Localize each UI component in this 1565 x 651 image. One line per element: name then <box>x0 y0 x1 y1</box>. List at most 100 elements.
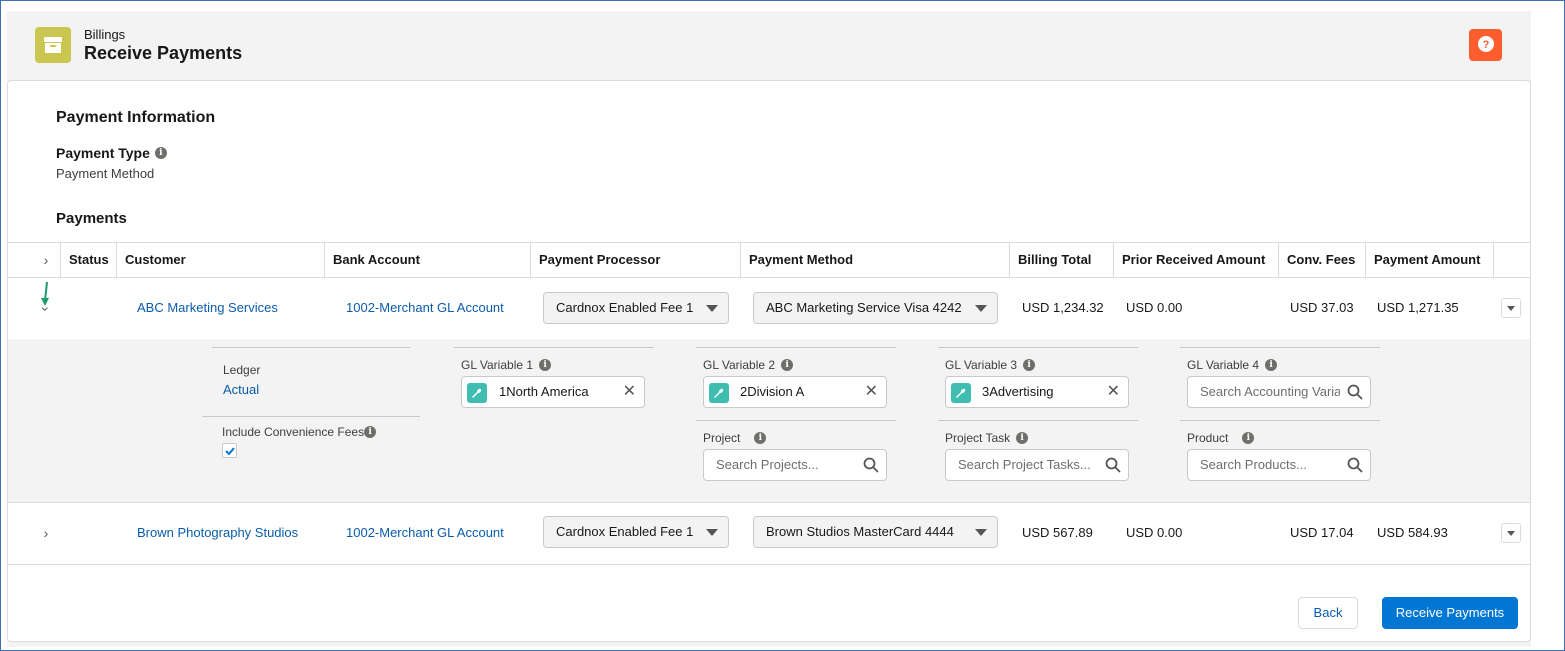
app-label: Billings <box>84 27 126 42</box>
info-icon[interactable]: i <box>1242 432 1255 444</box>
dropdown-caret-icon <box>706 305 718 312</box>
payment-type-value: Payment Method <box>56 166 155 181</box>
gl-variable-2-field[interactable]: 2Division A ✕ <box>703 376 887 408</box>
gl-variable-3-field[interactable]: 3Advertising ✕ <box>945 376 1129 408</box>
payment-processor-value: Cardnox Enabled Fee 1 <box>556 524 694 539</box>
info-icon[interactable]: i <box>781 359 794 371</box>
divider <box>696 420 896 421</box>
product-search-placeholder: Search Products... <box>1200 457 1307 472</box>
info-icon[interactable]: i <box>154 147 167 159</box>
help-button[interactable]: ? <box>1469 29 1502 61</box>
payments-title: Payments <box>56 210 127 227</box>
payment-processor-select[interactable]: Cardnox Enabled Fee 1 <box>543 292 729 324</box>
payment-type-label-text: Payment Type <box>56 145 150 161</box>
ledger-value-link[interactable]: Actual <box>223 382 259 397</box>
search-icon <box>1347 457 1363 473</box>
window-frame: Billings Receive Payments ? Payment Info… <box>0 0 1565 651</box>
gl-variable-2-label-text: GL Variable 2 <box>703 358 776 372</box>
project-search-placeholder: Search Projects... <box>716 457 819 472</box>
column-header-payment-amount: Payment Amount <box>1365 243 1493 277</box>
include-conv-fees-text: Include Convenience Fees <box>222 425 365 439</box>
billing-total: USD 1,234.32 <box>1022 300 1104 315</box>
project-label-text: Project <box>703 431 741 445</box>
ledger-label: Ledger <box>223 363 261 377</box>
payments-card: Payment Information Payment Type i Payme… <box>7 80 1531 642</box>
column-header-payment-method: Payment Method <box>740 243 1009 277</box>
column-header-bank-account: Bank Account <box>324 243 530 277</box>
payment-method-select[interactable]: Brown Studios MasterCard 4444 <box>753 516 998 548</box>
divider <box>938 347 1138 348</box>
column-header-prior-received: Prior Received Amount <box>1113 243 1278 277</box>
clear-icon[interactable]: ✕ <box>623 377 636 407</box>
bank-account-link[interactable]: 1002-Merchant GL Account <box>346 278 504 338</box>
wrench-icon <box>951 383 971 403</box>
project-task-search-placeholder: Search Project Tasks... <box>958 457 1091 472</box>
project-search-input[interactable]: Search Projects... <box>703 449 887 481</box>
checkmark-icon <box>224 446 235 455</box>
include-conv-fees-checkbox[interactable] <box>222 443 237 458</box>
search-icon <box>863 457 879 473</box>
dropdown-caret-icon <box>975 529 987 536</box>
product-search-input[interactable]: Search Products... <box>1187 449 1371 481</box>
customer-link[interactable]: ABC Marketing Services <box>137 278 278 338</box>
info-icon[interactable]: i <box>754 432 767 444</box>
gl-variable-1-field[interactable]: 1North America ✕ <box>461 376 645 408</box>
payment-amount: USD 1,271.35 <box>1377 300 1459 315</box>
info-icon[interactable]: i <box>1265 359 1278 371</box>
column-header-conv-fees: Conv. Fees <box>1278 243 1365 277</box>
billing-total: USD 567.89 <box>1022 525 1093 540</box>
info-icon[interactable]: i <box>1016 432 1029 444</box>
table-row: › ABC Marketing Services 1002-Merchant G… <box>8 278 1530 340</box>
payment-processor-select[interactable]: Cardnox Enabled Fee 1 <box>543 516 729 548</box>
gl-variable-2-label: GL Variable 2 i <box>703 358 794 372</box>
gl-variable-1-label-text: GL Variable 1 <box>461 358 534 372</box>
page-title: Receive Payments <box>84 43 243 63</box>
prior-received-amount: USD 0.00 <box>1126 300 1183 315</box>
include-conv-fees-label: Include Convenience Fees i <box>222 425 377 439</box>
info-icon[interactable]: i <box>364 426 377 438</box>
info-icon[interactable]: i <box>539 359 552 371</box>
row-actions-menu[interactable] <box>1501 523 1521 543</box>
divider <box>212 347 410 348</box>
prior-received-amount: USD 0.00 <box>1126 525 1183 540</box>
gl-variable-4-label-text: GL Variable 4 <box>1187 358 1260 372</box>
expand-row-chevron-icon[interactable]: › <box>39 525 53 541</box>
bank-account-link[interactable]: 1002-Merchant GL Account <box>346 503 504 563</box>
table-header: › Status Customer Bank Account Payment P… <box>8 242 1530 278</box>
payment-information-title: Payment Information <box>56 109 216 126</box>
column-header-status: Status <box>60 243 116 277</box>
search-icon <box>1105 457 1121 473</box>
customer-link[interactable]: Brown Photography Studios <box>137 503 298 563</box>
info-icon[interactable]: i <box>1023 359 1036 371</box>
clear-icon[interactable]: ✕ <box>1107 377 1120 407</box>
search-icon <box>1347 384 1363 400</box>
page-header: Billings Receive Payments ? <box>7 11 1531 81</box>
help-icon: ? <box>1477 36 1494 52</box>
payment-method-value: ABC Marketing Service Visa 4242 <box>766 300 962 315</box>
back-button[interactable]: Back <box>1298 597 1358 629</box>
gl-variable-3-label: GL Variable 3 i <box>945 358 1036 372</box>
gl-variable-4-placeholder: Search Accounting Varia <box>1200 384 1340 399</box>
gl-variable-1-value: 1North America <box>499 384 589 399</box>
wrench-icon <box>709 383 729 403</box>
gl-variable-3-label-text: GL Variable 3 <box>945 358 1018 372</box>
project-task-label-text: Project Task <box>945 431 1011 445</box>
column-header-payment-processor: Payment Processor <box>530 243 740 277</box>
project-task-search-input[interactable]: Search Project Tasks... <box>945 449 1129 481</box>
receive-payments-button[interactable]: Receive Payments <box>1382 597 1518 629</box>
row-actions-menu[interactable] <box>1501 298 1521 318</box>
table-row: › Brown Photography Studios 1002-Merchan… <box>8 503 1530 565</box>
payment-amount: USD 584.93 <box>1377 525 1448 540</box>
column-header-billing-total: Billing Total <box>1009 243 1113 277</box>
divider <box>938 420 1138 421</box>
divider <box>1180 347 1380 348</box>
payment-method-select[interactable]: ABC Marketing Service Visa 4242 <box>753 292 998 324</box>
divider <box>1180 420 1380 421</box>
project-label: Project i <box>703 431 767 445</box>
billings-app-icon <box>35 27 71 63</box>
gl-variable-1-label: GL Variable 1 i <box>461 358 552 372</box>
gl-variable-4-search-input[interactable]: Search Accounting Varia <box>1187 376 1371 408</box>
gl-variable-3-value: 3Advertising <box>982 384 1054 399</box>
clear-icon[interactable]: ✕ <box>865 377 878 407</box>
expand-all-chevron-icon[interactable]: › <box>39 252 53 268</box>
